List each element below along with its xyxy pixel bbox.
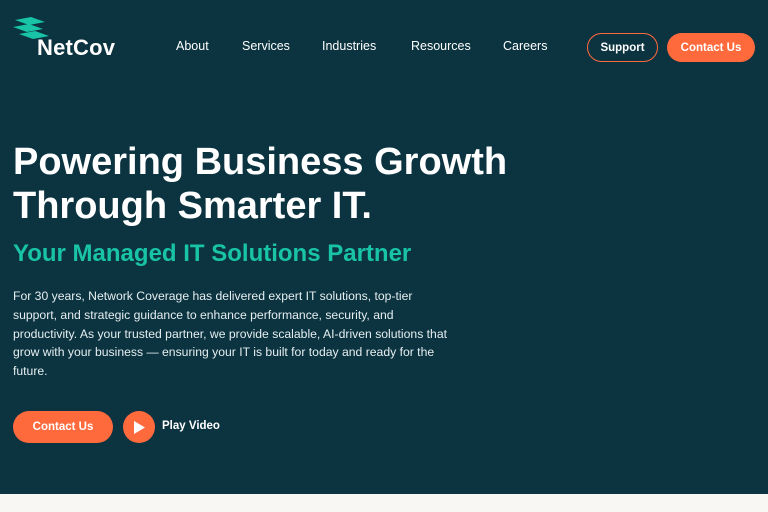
nav-item-about[interactable]: About — [176, 39, 209, 53]
play-icon — [134, 420, 145, 434]
netcov-logo[interactable]: NetCov — [13, 17, 133, 61]
hero-title-line-1: Powering Business Growth — [13, 141, 508, 183]
next-section-edge — [0, 494, 768, 512]
play-video-label[interactable]: Play Video — [162, 420, 220, 432]
hero-description: For 30 years, Network Coverage has deliv… — [13, 289, 448, 379]
site-header: NetCov About Services Industries Resourc… — [0, 0, 768, 92]
nav-item-services[interactable]: Services — [242, 39, 290, 53]
hero-title-line-2: Through Smarter IT. — [13, 185, 372, 227]
logo-text: NetCov — [37, 35, 116, 60]
play-video-button[interactable] — [123, 411, 155, 443]
nav-item-resources[interactable]: Resources — [411, 39, 471, 53]
hero-title: Powering Business Growth Through Smarter… — [13, 140, 613, 228]
hero-contact-button[interactable]: Contact Us — [13, 411, 113, 443]
nav-item-careers[interactable]: Careers — [503, 39, 547, 53]
nav-item-industries[interactable]: Industries — [322, 39, 376, 53]
header-contact-button[interactable]: Contact Us — [667, 33, 755, 62]
hero-subtitle: Your Managed IT Solutions Partner — [13, 240, 412, 267]
support-button[interactable]: Support — [587, 33, 658, 62]
